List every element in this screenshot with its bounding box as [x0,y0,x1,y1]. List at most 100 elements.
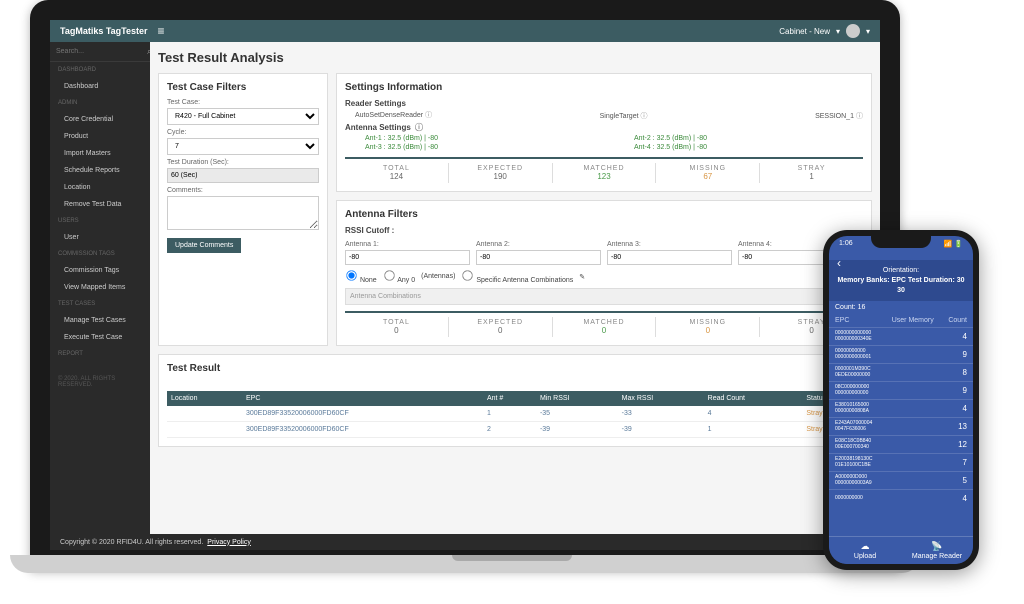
ant-label: Antenna 3: [607,241,732,248]
page-title: Test Result Analysis [158,50,872,65]
edit-icon[interactable]: ✎ [579,273,585,281]
settings-title: Settings Information [345,82,863,93]
phone-count: Count: 16 [829,301,973,314]
user-menu[interactable]: Cabinet - New [779,27,830,36]
phone-row[interactable]: 00000000004 [829,489,973,507]
antenna-filters-card: Antenna Filters RSSI Cutoff : Antenna 1:… [336,200,872,346]
sidebar-item[interactable]: Dashboard [50,78,150,95]
table-header[interactable]: EPC [242,391,483,406]
settings-card: Settings Information Reader Settings Aut… [336,73,872,192]
avatar[interactable] [846,24,860,38]
duration-label: Test Duration (Sec): [167,159,319,166]
phone-row[interactable]: E08C18C0B84000E00070034012 [829,435,973,453]
privacy-link[interactable]: Privacy Policy [207,539,251,546]
metric: MATCHED0 [553,317,657,337]
sidebar: ⌕ DASHBOARDDashboardADMINCore Credential… [50,42,150,534]
phone-row[interactable]: A000000D00000000000003A95 [829,471,973,489]
metric: EXPECTED0 [449,317,553,337]
radio-specific[interactable]: Specific Antenna Combinations [461,269,573,284]
phone-banks2: 30 [835,286,967,296]
result-title: Test Result [167,363,863,374]
rssi-input[interactable] [345,250,470,265]
update-comments-button[interactable]: Update Comments [167,238,241,253]
info-icon[interactable]: ⓘ [425,112,432,119]
rssi-input[interactable] [607,250,732,265]
duration-field [167,168,319,183]
phone-row[interactable]: E243A070000040047F63600613 [829,417,973,435]
phone-row[interactable]: E3801016500000000000808A4 [829,399,973,417]
sidebar-item[interactable]: Commission Tags [50,262,150,279]
phone-table-header: EPC User Memory Count [829,314,973,327]
sidebar-search[interactable]: ⌕ [50,42,150,62]
rssi-input[interactable] [476,250,601,265]
main-content: Test Result Analysis Test Case Filters T… [150,42,880,534]
antenna-combo-field[interactable]: Antenna Combinations [345,288,863,305]
table-header[interactable]: Max RSSI [618,391,704,406]
cycle-label: Cycle: [167,129,319,136]
sidebar-item[interactable]: Location [50,179,150,196]
table-header[interactable]: Location [167,391,242,406]
rssi-label: RSSI Cutoff : [345,226,863,235]
table-row[interactable]: 300ED89F33520006000FD60CF2-39-391Stray [167,422,863,438]
manage-reader-button[interactable]: 📡Manage Reader [901,537,973,564]
antenna-settings-label: Antenna Settings [345,123,411,132]
sidebar-item[interactable]: Schedule Reports [50,162,150,179]
filters-title: Test Case Filters [167,82,319,93]
menu-icon[interactable]: ≡ [158,24,165,38]
upload-icon: ☁ [861,541,870,552]
radio-none[interactable]: None [345,269,377,284]
info-icon[interactable]: ⓘ [856,113,863,120]
phone-row[interactable]: 0000000000000000000000340E4 [829,327,973,345]
antenna-info: Ant-2 : 32.5 (dBm) | -80 [634,135,863,142]
info-icon[interactable]: ⓘ [415,123,423,132]
metric: EXPECTED190 [449,163,553,183]
radio-any[interactable]: Any 0 [383,269,415,284]
chevron-down-icon[interactable]: ▾ [836,27,840,36]
table-header[interactable]: Min RSSI [536,391,618,406]
brand: TagMatiks TagTester [60,26,148,36]
antenna-info: Ant-3 : 32.5 (dBm) | -80 [365,144,594,151]
chevron-down-icon[interactable]: ▾ [866,27,870,36]
sidebar-item[interactable]: View Mapped Items [50,279,150,296]
phone-row[interactable]: E20038198130C01E10100C1BE7 [829,453,973,471]
metric: MATCHED123 [553,163,657,183]
table-row[interactable]: 300ED89F33520006000FD60CF1-35-334Stray [167,406,863,422]
sidebar-item[interactable]: Product [50,128,150,145]
signal-icon: 📶 🔋 [944,240,963,248]
testcase-select[interactable]: R420 - Full Cabinet [167,108,319,125]
metric: STRAY1 [760,163,863,183]
phone-banks: Memory Banks: EPC Test Duration: 30 [835,276,967,286]
sidebar-item[interactable]: User [50,229,150,246]
search-input[interactable] [56,48,147,55]
comments-field[interactable] [167,196,319,230]
sidebar-item[interactable]: Execute Test Case [50,329,150,346]
reader-settings-label: Reader Settings [345,99,406,108]
metric: TOTAL0 [345,317,449,337]
metric: MISSING0 [656,317,760,337]
test-result-card: Test Result Searc LocationEPCAnt #Min RS… [158,354,872,447]
sidebar-item[interactable]: Manage Test Cases [50,312,150,329]
topbar: TagMatiks TagTester ≡ Cabinet - New ▾ ▾ [50,20,880,42]
comments-label: Comments: [167,187,319,194]
phone-row[interactable]: 0000001M390C0EDE000000008 [829,363,973,381]
nav-header: ADMIN [50,95,150,111]
ant-label: Antenna 1: [345,241,470,248]
sidebar-item[interactable]: Import Masters [50,145,150,162]
table-header[interactable]: Ant # [483,391,536,406]
result-table: LocationEPCAnt #Min RSSIMax RSSIRead Cou… [167,391,863,438]
footer: Copyright © 2020 RFID4U. All rights rese… [50,534,880,550]
phone-row[interactable]: 0000000000000000000000019 [829,345,973,363]
sidebar-item[interactable]: Remove Test Data [50,196,150,213]
cycle-select[interactable]: 7 [167,138,319,155]
back-icon[interactable]: ‹ [837,256,841,270]
upload-button[interactable]: ☁Upload [829,537,901,564]
info-icon[interactable]: ⓘ [641,113,648,120]
nav-header: DASHBOARD [50,62,150,78]
phone-row[interactable]: 08C0000000000000000000009 [829,381,973,399]
table-header[interactable]: Read Count [704,391,803,406]
sidebar-item[interactable]: Core Credential [50,111,150,128]
phone-banner: Orientation: Memory Banks: EPC Test Dura… [829,260,973,301]
nav-header: USERS [50,213,150,229]
phone-time: 1:06 [839,240,853,248]
sidebar-footer: © 2020. ALL RIGHTS RESERVED. [50,370,150,394]
